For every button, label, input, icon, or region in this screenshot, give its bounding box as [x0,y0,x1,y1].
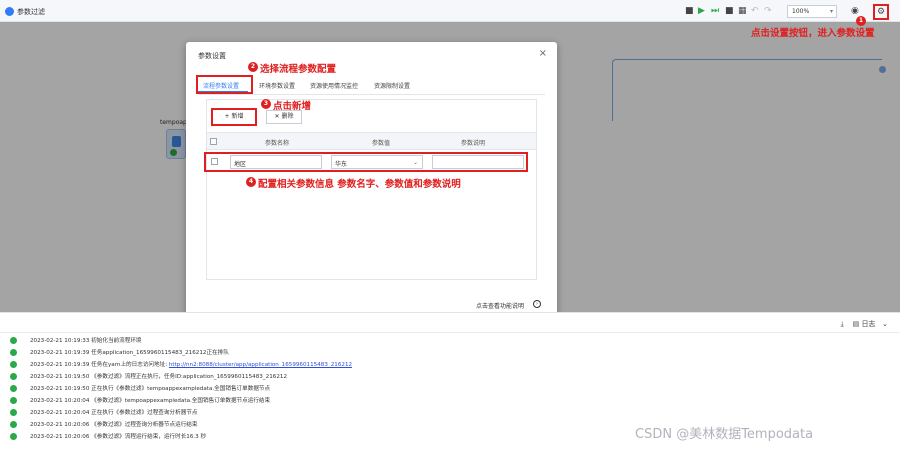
success-icon [10,385,17,392]
log-text-prefix: 2023-02-21 10:19:39 任务在yarn上的日志访问地址: [30,362,169,368]
success-icon [10,409,17,416]
success-icon [10,349,17,356]
zoom-value: 100% [792,8,810,15]
help-link[interactable]: 点击查看功能说明 [476,301,524,310]
app-title: 参数过滤 [17,8,45,16]
gear-icon: ⚙ [877,7,886,17]
watermark: CSDN @美林数据Tempodata [635,427,814,442]
log-text: 2023-02-21 10:20:06 《参数过滤》过程查询分析器节点运行结束 [30,422,198,428]
close-icon[interactable]: × [539,49,547,59]
download-icon[interactable]: ⤓ [841,320,844,328]
log-line: 2023-02-21 10:20:04 《参数过滤》tempoappexampl… [10,396,890,406]
column-header-value: 参数值 [372,140,391,147]
log-text: 2023-02-21 10:20:06 《参数过滤》流程运行结束，运行时长16.… [30,434,207,440]
annotation-settings: 点击设置按钮，进入参数设置 [751,28,875,39]
annotation-config-row: 配置相关参数信息 参数名字、参数值和参数说明 [258,179,461,190]
log-line: 2023-02-21 10:19:39 任务application_165996… [10,348,890,358]
annotation-add: 点击新增 [273,101,312,112]
camera-icon[interactable]: ◉ [851,6,859,16]
select-all-checkbox[interactable] [210,138,217,145]
column-header-desc: 参数说明 [461,140,486,147]
log-text: 2023-02-21 10:19:39 任务在yarn上的日志访问地址: htt… [30,360,352,368]
log-text: 2023-02-21 10:20:04 正在执行《参数过滤》过程查询分析器节点 [30,410,198,416]
success-icon [10,421,17,428]
step-badge-1: 1 [856,16,866,26]
log-icon: ▤ [852,320,860,328]
tab-resource-limit[interactable]: 资源限制设置 [374,81,410,90]
undo-icon[interactable]: ↶ [751,6,759,16]
log-toolbar: ⤓ ▤ 日志 ⌄ [841,319,888,329]
delete-button[interactable]: ✕ 删除 [266,110,302,124]
settings-button[interactable]: ⚙ [873,4,889,20]
log-line: 2023-02-21 10:19:50 正在执行《参数过滤》tempoappex… [10,384,890,394]
success-icon [10,337,17,344]
layout-icon[interactable]: ▦ [738,6,747,16]
log-line: 2023-02-21 10:19:50 《参数过滤》流程正在执行，任务ID:ap… [10,372,890,382]
log-text: 2023-02-21 10:19:50 正在执行《参数过滤》tempoappex… [30,386,271,392]
log-divider [0,332,900,333]
step-badge-4: 4 [246,177,256,187]
tab-flow-params[interactable]: 流程参数设置 [203,81,239,90]
step-badge-3: 3 [261,99,271,109]
log-line: 2023-02-21 10:19:33 初始化当前流程环境 [10,336,890,346]
annotation-select-tab: 选择流程参数配置 [260,64,337,75]
delete-label: 删除 [281,113,294,120]
log-text: 2023-02-21 10:19:39 任务application_165996… [30,350,229,356]
run-icon[interactable]: ▶ [698,6,705,16]
add-label: 新增 [231,113,244,120]
log-text: 2023-02-21 10:19:50 《参数过滤》流程正在执行，任务ID:ap… [30,374,288,380]
parameter-settings-dialog: 参数设置 × 流程参数设置 环境参数设置 资源使用情况监控 资源限制设置 2 选… [186,42,557,344]
yarn-log-link[interactable]: http://nn2:8088/cluster/app/application_… [169,362,352,368]
success-icon [10,433,17,440]
chevron-down-icon[interactable]: ⌄ [882,320,888,328]
log-line: 2023-02-21 10:20:04 正在执行《参数过滤》过程查询分析器节点 [10,408,890,418]
stop-icon[interactable]: ■ [725,6,734,16]
app-logo-icon [5,7,14,16]
redo-icon[interactable]: ↷ [764,6,772,16]
add-button[interactable]: + 新增 [211,108,257,126]
success-icon [10,361,17,368]
tab-resource-monitor[interactable]: 资源使用情况监控 [310,81,358,90]
top-toolbar: 参数过滤 ■ ▶ ⏭ ■ ▦ ↶ ↷ 100% ▾ ◉ ⚙ [0,0,900,22]
step-run-icon[interactable]: ⏭ [711,6,719,16]
success-icon [10,373,17,380]
column-header-name: 参数名称 [265,140,290,147]
active-tab-indicator [198,91,248,92]
save-icon[interactable]: ■ [685,6,694,16]
dialog-title: 参数设置 [198,52,226,60]
log-line: 2023-02-21 10:19:39 任务在yarn上的日志访问地址: htt… [10,360,890,370]
zoom-select[interactable]: 100% ▾ [787,5,837,18]
modal-overlay: 参数设置 × 流程参数设置 环境参数设置 资源使用情况监控 资源限制设置 2 选… [0,22,900,344]
tab-env-params[interactable]: 环境参数设置 [259,81,295,90]
step-badge-2: 2 [248,62,258,72]
log-label: 日志 [861,320,876,328]
chevron-right-icon[interactable]: › [533,300,541,308]
log-text: 2023-02-21 10:19:33 初始化当前流程环境 [30,338,142,344]
success-icon [10,397,17,404]
params-table-header: 参数名称 参数值 参数说明 [207,132,536,150]
chevron-down-icon: ▾ [829,8,833,15]
tabs-divider [198,94,545,95]
log-text: 2023-02-21 10:20:04 《参数过滤》tempoappexampl… [30,398,271,404]
row-highlight-box [204,152,528,172]
